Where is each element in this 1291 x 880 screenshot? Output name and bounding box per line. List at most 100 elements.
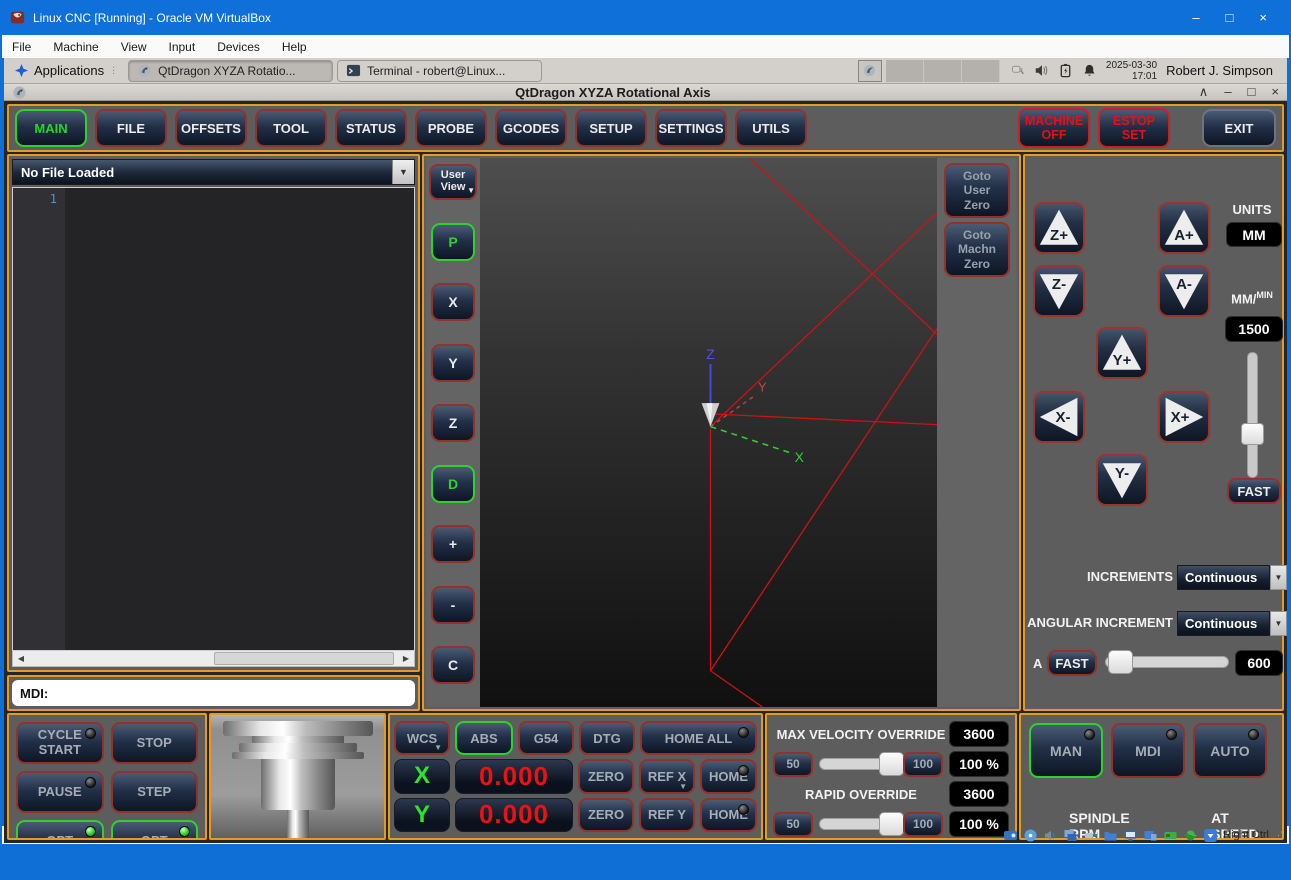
max-velocity-max-button[interactable]: 100	[903, 752, 943, 777]
angular-increment-combo[interactable]: Continuous ▼	[1177, 611, 1287, 636]
3d-preview-viewport[interactable]: Z Y X	[480, 158, 937, 707]
exit-button[interactable]: EXIT	[1202, 109, 1276, 147]
goto-machine-zero-button[interactable]: Goto Machn Zero	[944, 222, 1010, 277]
view-p-button[interactable]: P	[431, 223, 475, 261]
jog-z-plus-button[interactable]: Z+	[1033, 202, 1085, 254]
tab-utils[interactable]: UTILS	[735, 109, 807, 147]
stop-button[interactable]: STOP	[111, 722, 199, 764]
statusbar-audio-icon[interactable]	[1043, 828, 1058, 843]
user-menu[interactable]: Robert J. Simpson	[1166, 63, 1277, 78]
home-all-button[interactable]: HOME ALL	[640, 721, 757, 755]
jog-x-plus-button[interactable]: X+	[1158, 391, 1210, 443]
tray-qtdragon-button[interactable]	[858, 60, 882, 82]
combo-arrow-icon[interactable]: ▼	[392, 160, 414, 184]
vbox-close-button[interactable]: ×	[1259, 10, 1267, 25]
tray-volume-icon[interactable]	[1034, 63, 1049, 78]
jog-rate-slider[interactable]	[1247, 352, 1258, 478]
statusbar-windows-icon[interactable]	[1063, 828, 1078, 843]
statusbar-optical-disk-icon[interactable]	[1023, 828, 1038, 843]
editor-text-area[interactable]	[65, 188, 414, 650]
pause-button[interactable]: PAUSE	[16, 771, 104, 813]
y-ref-button[interactable]: REF Y	[639, 798, 695, 832]
dtg-button[interactable]: DTG	[579, 721, 635, 755]
max-velocity-min-button[interactable]: 50	[773, 752, 813, 777]
y-axis-button[interactable]: Y	[394, 798, 450, 832]
menu-machine[interactable]: Machine	[53, 40, 98, 54]
statusbar-network-icon[interactable]	[1163, 828, 1178, 843]
slider-handle[interactable]	[879, 752, 904, 776]
jog-x-minus-button[interactable]: X-	[1033, 391, 1085, 443]
view-y-button[interactable]: Y	[431, 344, 475, 382]
jog-z-minus-button[interactable]: Z-	[1033, 265, 1085, 317]
user-view-button[interactable]: User View ▼	[429, 164, 477, 200]
combo-arrow-icon[interactable]: ▼	[1270, 611, 1287, 636]
app-maximize-button[interactable]: □	[1248, 84, 1256, 100]
cycle-start-button[interactable]: CYCLE START	[16, 722, 104, 764]
rapid-min-button[interactable]: 50	[773, 812, 813, 837]
statusbar-usb-icon[interactable]	[1083, 828, 1098, 843]
statusbar-display-icon[interactable]	[1123, 828, 1138, 843]
jog-y-plus-button[interactable]: Y+	[1096, 327, 1148, 379]
wcs-button[interactable]: WCS▼	[394, 721, 450, 755]
tray-usb-icon[interactable]	[1010, 63, 1025, 78]
y-zero-button[interactable]: ZERO	[578, 798, 634, 832]
jog-y-minus-button[interactable]: Y-	[1096, 454, 1148, 506]
tray-battery-icon[interactable]	[1058, 63, 1073, 78]
jog-a-plus-button[interactable]: A+	[1158, 202, 1210, 254]
statusbar-harddisk-icon[interactable]	[1003, 828, 1018, 843]
tab-setup[interactable]: SETUP	[575, 109, 647, 147]
slider-handle[interactable]	[1241, 423, 1264, 445]
statusbar-recording-icon[interactable]	[1143, 828, 1158, 843]
g54-button[interactable]: G54	[518, 721, 574, 755]
abs-button[interactable]: ABS	[455, 721, 513, 755]
slider-handle[interactable]	[879, 812, 904, 836]
tab-probe[interactable]: PROBE	[415, 109, 487, 147]
rapid-max-button[interactable]: 100	[903, 812, 943, 837]
slider-handle[interactable]	[1108, 650, 1133, 674]
increments-combo[interactable]: Continuous ▼	[1177, 565, 1287, 590]
tab-offsets[interactable]: OFFSETS	[175, 109, 247, 147]
statusbar-shared-folder-icon[interactable]	[1103, 828, 1118, 843]
jog-a-minus-button[interactable]: A-	[1158, 265, 1210, 317]
combo-arrow-icon[interactable]: ▼	[1270, 565, 1287, 590]
a-fast-button[interactable]: FAST	[1047, 650, 1097, 676]
menu-devices[interactable]: Devices	[217, 40, 260, 54]
menu-input[interactable]: Input	[169, 40, 196, 54]
vbox-minimize-button[interactable]: –	[1192, 10, 1199, 25]
mdi-mode-button[interactable]: MDI	[1111, 723, 1185, 778]
tab-gcodes[interactable]: GCODES	[495, 109, 567, 147]
clock[interactable]: 2025-03-30 17:01	[1106, 60, 1157, 82]
taskbar-window-terminal[interactable]: Terminal - robert@Linux...	[337, 60, 542, 82]
x-home-button[interactable]: HOME	[700, 759, 757, 793]
menu-help[interactable]: Help	[282, 40, 307, 54]
scrollbar-thumb[interactable]	[214, 652, 395, 665]
zoom-out-button[interactable]: -	[431, 586, 475, 624]
scroll-left-icon[interactable]: ◀	[13, 654, 29, 663]
zoom-in-button[interactable]: +	[431, 525, 475, 563]
scroll-right-icon[interactable]: ▶	[398, 654, 414, 663]
view-d-button[interactable]: D	[431, 465, 475, 503]
max-velocity-slider[interactable]	[819, 758, 897, 770]
statusbar-menu-button-icon[interactable]	[1203, 828, 1218, 843]
vbox-maximize-button[interactable]: □	[1226, 10, 1234, 25]
goto-user-zero-button[interactable]: Goto User Zero	[944, 163, 1010, 218]
menu-view[interactable]: View	[121, 40, 147, 54]
tab-status[interactable]: STATUS	[335, 109, 407, 147]
y-home-button[interactable]: HOME	[700, 798, 757, 832]
step-button[interactable]: STEP	[111, 771, 199, 813]
x-zero-button[interactable]: ZERO	[578, 759, 634, 793]
resize-grip[interactable]: ⋰	[1274, 830, 1283, 841]
clear-view-button[interactable]: C	[431, 646, 475, 684]
x-axis-button[interactable]: X	[394, 759, 450, 793]
workspace-pager[interactable]	[886, 60, 1000, 82]
view-z-button[interactable]: Z	[431, 404, 475, 442]
a-jog-rate-slider[interactable]	[1105, 656, 1229, 668]
optional-stop-button[interactable]: OPT	[16, 820, 104, 840]
statusbar-shared-clipboard-icon[interactable]	[1183, 828, 1198, 843]
auto-mode-button[interactable]: AUTO	[1193, 723, 1267, 778]
app-close-button[interactable]: ×	[1271, 84, 1279, 100]
tab-tool[interactable]: TOOL	[255, 109, 327, 147]
tab-file[interactable]: FILE	[95, 109, 167, 147]
jog-fast-button[interactable]: FAST	[1227, 478, 1281, 504]
app-minimize-button[interactable]: –	[1224, 84, 1231, 100]
